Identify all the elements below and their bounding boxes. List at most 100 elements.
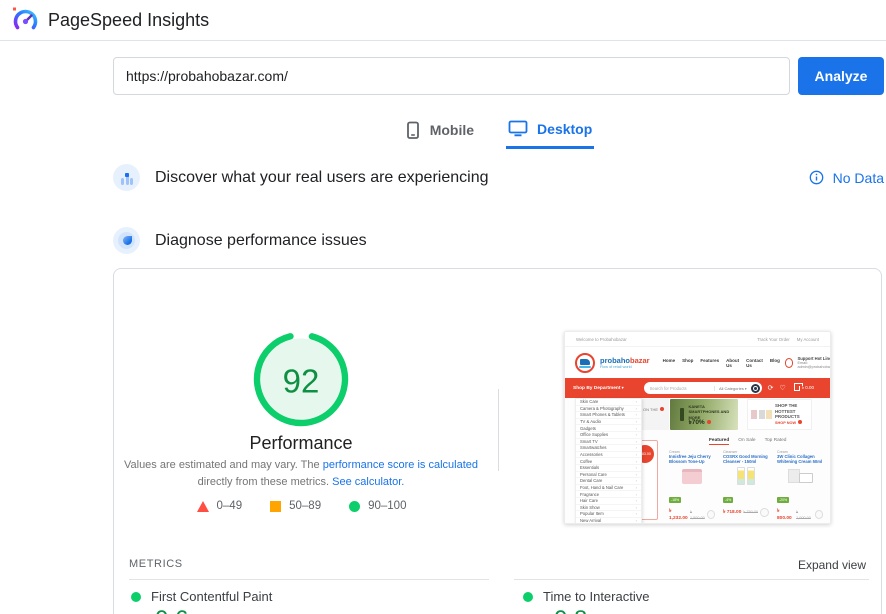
analyze-button[interactable]: Analyze — [798, 57, 884, 95]
calculator-link[interactable]: See calculator. — [332, 476, 404, 488]
thumb-nav-bar: Shop By Department Search for Products A… — [565, 378, 830, 398]
thumb-track-order: Track Your Order — [757, 337, 790, 342]
tab-mobile-label: Mobile — [430, 122, 474, 138]
metrics-heading: METRICS — [129, 558, 183, 570]
thumb-banner-middle: KANETA SMARTPHONES AND MORE ৳70% — [670, 399, 738, 430]
pass-circle-icon — [349, 501, 360, 512]
thumb-category-item: Skin Care — [576, 399, 641, 406]
thumb-department-dropdown: Shop By Department — [573, 385, 624, 391]
thumb-category-item: Personal Care — [576, 472, 641, 479]
thumb-category-item: Fragrance — [576, 491, 641, 498]
pagespeed-logo-icon — [12, 7, 39, 34]
metric-tti-value: 0.8 s — [554, 606, 606, 614]
diagnose-section-header: Diagnose performance issues — [113, 227, 884, 254]
thumb-search-bar: Search for Products All Categories — [644, 382, 762, 394]
metric-name: First Contentful Paint — [151, 589, 272, 604]
score-gauge[interactable]: 92 — [253, 331, 349, 427]
thumb-category-item: Smartwatches — [576, 445, 641, 452]
metric-fcp-value: 0.6 s — [155, 606, 207, 614]
no-data-badge[interactable]: No Data — [809, 170, 884, 186]
performance-card: 92 Performance Values are estimated and … — [113, 268, 882, 614]
thumb-site-header: probahobazar Flow of retail world HomeSh… — [565, 347, 830, 378]
score-value: 92 — [283, 363, 320, 400]
thumb-category-menu: Skin CareCamera & PhotographySmart Phone… — [575, 398, 642, 524]
page-screenshot-thumbnail[interactable]: Welcome to Probahobazar Track Your Order… — [564, 331, 831, 524]
thumb-category-item: Smart Phones & Tablets — [576, 412, 641, 419]
thumb-nav-item: Shop — [682, 358, 693, 368]
thumb-product-grid: Cream Innisfree Jeju Cherry Blossom Tone… — [669, 450, 823, 521]
thumb-support: Support Hot Line Email: admin@probahobaz… — [785, 356, 831, 369]
thumb-category-item: Coffee — [576, 458, 641, 465]
thumb-category-item: TV & Audio — [576, 419, 641, 426]
tab-desktop[interactable]: Desktop — [506, 115, 594, 149]
app-title: PageSpeed Insights — [48, 10, 209, 31]
main-content: Analyze Mobile Desktop — [113, 41, 884, 614]
url-input[interactable] — [113, 57, 790, 95]
legend-item-pass: 90–100 — [349, 500, 406, 512]
thumb-category-item: Smart TV — [576, 439, 641, 446]
thumb-cart: ৳ 0.00 — [794, 385, 814, 392]
thumb-site-logo — [575, 353, 595, 373]
metric-tti: Time to Interactive — [523, 589, 649, 604]
thumb-product-card: Cleanser COSRX Good Morning Cleanser - 1… — [723, 450, 769, 521]
field-data-icon — [113, 164, 140, 191]
thumb-product-card: Cream 3W Clinic Collagen Whitening Cream… — [777, 450, 823, 521]
thumb-banner-right: SHOP THE HOTTEST PRODUCTS SHOP NOW — [747, 399, 812, 430]
disclaimer-text-1: Values are estimated and may vary. The — [124, 459, 323, 471]
legend-item-fail: 0–49 — [197, 500, 243, 512]
thumb-category-item: Gadgets — [576, 425, 641, 432]
legend-item-average: 50–89 — [270, 500, 321, 512]
thumb-cart-icon — [794, 386, 800, 391]
discover-section-header: Discover what your real users are experi… — [113, 164, 884, 191]
thumb-category-item: Office Supplies — [576, 432, 641, 439]
disclaimer-text-2: directly from these metrics. — [198, 476, 332, 488]
thumb-topbar: Welcome to Probahobazar Track Your Order… — [565, 332, 830, 347]
lab-data-icon — [113, 227, 140, 254]
thumb-compare-icon: ⟳ — [768, 385, 774, 392]
thumb-my-account: My Account — [797, 337, 819, 342]
metric-name: Time to Interactive — [543, 589, 649, 604]
performance-label: Performance — [176, 433, 426, 454]
thumb-category-item: Dental Care — [576, 478, 641, 485]
thumb-tagline: Flow of retail world — [600, 365, 650, 369]
calculated-link[interactable]: performance score is calculated — [323, 459, 478, 471]
thumb-page-body: ON THE KANETA SMARTPHONES AND MORE ৳70% … — [565, 398, 831, 524]
thumb-search-button — [751, 384, 760, 393]
thumb-welcome-text: Welcome to Probahobazar — [576, 337, 627, 342]
thumb-nav: HomeShopFeaturesAbout UsContact UsBlog — [663, 358, 780, 368]
thumb-nav-item: Features — [700, 358, 719, 368]
legend-range: 50–89 — [289, 500, 321, 512]
metrics-rule-right — [514, 579, 869, 580]
thumb-category-item: Hair Care — [576, 498, 641, 505]
thumb-category-item: Foot, Hand & Nail Care — [576, 485, 641, 492]
thumb-wishlist-icon: ♡ — [779, 385, 785, 392]
device-tabs: Mobile Desktop — [113, 115, 884, 149]
legend-range: 0–49 — [217, 500, 243, 512]
mobile-icon — [405, 121, 421, 140]
thumb-nav-item: Blog — [770, 358, 780, 368]
metric-fcp: First Contentful Paint — [131, 589, 272, 604]
average-square-icon — [270, 501, 281, 512]
tab-desktop-label: Desktop — [537, 121, 592, 137]
thumb-phone-icon — [785, 358, 794, 368]
no-data-label: No Data — [833, 170, 884, 186]
thumb-nav-item: About Us — [726, 358, 739, 368]
card-divider — [498, 389, 499, 471]
expand-view-button[interactable]: Expand view — [798, 558, 866, 572]
thumb-product-card: Cream Innisfree Jeju Cherry Blossom Tone… — [669, 450, 715, 521]
metric-pass-dot — [523, 592, 533, 602]
tab-mobile[interactable]: Mobile — [403, 115, 476, 149]
pagespeed-insights-app: PageSpeed Insights Analyze Mobile De — [0, 0, 886, 614]
score-legend: 0–49 50–89 90–100 — [154, 500, 449, 512]
thumb-category-item: Accessories — [576, 452, 641, 459]
metrics-rule-left — [129, 579, 489, 580]
thumb-category-item: Skin Show — [576, 505, 641, 512]
thumb-category-item: New Arrival — [576, 518, 641, 524]
app-header: PageSpeed Insights — [0, 0, 886, 41]
metric-pass-dot — [131, 592, 141, 602]
thumb-product-tabs: Featured On Sale Top Rated — [709, 438, 786, 445]
fail-triangle-icon — [197, 501, 209, 512]
info-icon — [809, 170, 824, 185]
thumb-category-item: Essentials — [576, 465, 641, 472]
discover-section-title: Discover what your real users are experi… — [155, 169, 488, 187]
